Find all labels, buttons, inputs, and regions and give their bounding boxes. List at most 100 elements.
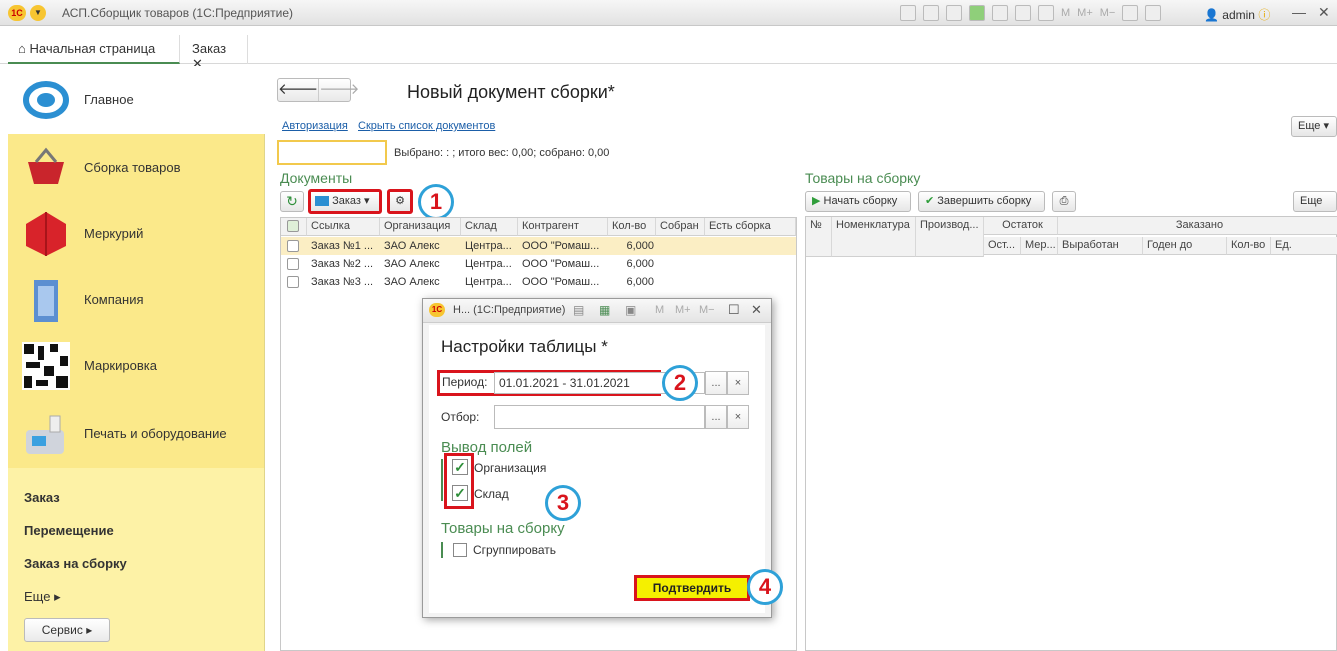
preview-icon[interactable] (946, 5, 962, 21)
barcode-input[interactable] (277, 140, 387, 165)
close-icon[interactable]: ✕ (1318, 4, 1330, 21)
cube-icon (26, 212, 66, 256)
col-header[interactable]: Кол-во (1227, 237, 1271, 255)
col-header[interactable]: Номенклатура (832, 217, 916, 257)
maximize-icon[interactable]: ☐ (728, 302, 740, 318)
print-button[interactable]: ⎙ (1052, 191, 1076, 212)
doc-icon[interactable]: ▤ (573, 303, 584, 317)
select-all-checkbox[interactable] (287, 220, 299, 232)
col-header[interactable]: Контрагент (518, 218, 608, 236)
warehouse-checkbox[interactable]: ✓ (452, 485, 468, 501)
sidebar-item-assembly[interactable]: Сборка товаров (8, 134, 265, 200)
memory-plus-button[interactable]: M+ (1077, 7, 1093, 19)
minimize-icon[interactable]: — (1292, 4, 1306, 20)
filter-select-button[interactable]: ... (705, 405, 727, 429)
memory-minus-button[interactable]: M− (1100, 7, 1116, 19)
table-settings-button[interactable]: ⚙ (387, 189, 413, 214)
col-header[interactable]: Есть сборка (705, 218, 796, 236)
period-clear-button[interactable]: × (727, 371, 749, 395)
panels-icon[interactable] (1145, 5, 1162, 21)
col-header[interactable]: Остаток (984, 217, 1058, 235)
sidebar-item-company[interactable]: Компания (8, 266, 265, 332)
col-header[interactable]: № (806, 217, 832, 257)
main-menu-button[interactable]: ▼ (30, 5, 46, 21)
print-icon[interactable] (923, 5, 939, 21)
table-row[interactable]: Заказ №1 ... ЗАО Алекс Центра... ООО "Ро… (281, 237, 796, 255)
attach-icon[interactable] (992, 5, 1008, 21)
sidebar-item-marking[interactable]: Маркировка (8, 332, 265, 398)
hide-docs-link[interactable]: Скрыть список документов (358, 120, 495, 132)
col-header[interactable]: Производ... (916, 217, 984, 257)
auth-link[interactable]: Авторизация (282, 120, 348, 132)
calendar-icon[interactable]: ▣ (625, 303, 636, 317)
col-header[interactable]: Организация (380, 218, 461, 236)
cell-partner: ООО "Ромаш... (522, 258, 600, 270)
confirm-button[interactable]: Подтвердить (634, 575, 750, 601)
basket-icon (28, 147, 64, 184)
col-header[interactable]: Мер... (1021, 237, 1058, 255)
table-row[interactable]: Заказ №2 ... ЗАО Алекс Центра... ООО "Ро… (281, 255, 796, 273)
col-header[interactable]: Собран (656, 218, 705, 236)
filter-clear-button[interactable]: × (727, 405, 749, 429)
col-header[interactable]: Ссылка (307, 218, 380, 236)
more-button-goods[interactable]: Еще ▾ (1293, 191, 1337, 226)
more-button-top[interactable]: Еще ▾ (1291, 116, 1337, 137)
org-checkbox[interactable]: ✓ (452, 459, 468, 475)
tab-home[interactable]: ⌂ Начальная страница (8, 35, 180, 64)
memory-button[interactable]: M (655, 304, 664, 316)
memory-plus-button[interactable]: M+ (675, 304, 691, 316)
link-icon[interactable] (969, 5, 985, 21)
row-checkbox[interactable] (287, 258, 299, 270)
sidebar-item-label: Маркировка (84, 358, 157, 373)
sidebar-item-print[interactable]: Печать и оборудование (8, 400, 265, 466)
back-button[interactable]: 🡐 (278, 79, 320, 101)
col-header[interactable]: Кол-во (608, 218, 656, 236)
dialog-body: Настройки таблицы * Период: 01.01.2021 -… (429, 325, 765, 613)
finish-assembly-label: Завершить сборку (937, 195, 1032, 207)
tab-order[interactable]: Заказ ✕ (182, 35, 248, 71)
col-header[interactable]: Выработан (1058, 237, 1143, 255)
period-select-button[interactable]: ... (705, 371, 727, 395)
play-icon: ▶ (812, 195, 821, 207)
calculator-icon[interactable] (1015, 5, 1031, 21)
zoom-icon[interactable] (1122, 5, 1139, 21)
toolbar-icons: M M+ M− (900, 4, 1162, 22)
finish-assembly-button[interactable]: ✔ Завершить сборку (918, 191, 1045, 212)
col-header[interactable]: Годен до (1143, 237, 1227, 255)
annotation-4: 4 (747, 569, 783, 605)
user-menu[interactable]: 👤 admin ⓘ (1204, 6, 1270, 23)
start-assembly-label: Начать сборку (823, 195, 898, 207)
memory-minus-button[interactable]: M− (699, 304, 715, 316)
calendar-icon[interactable] (1038, 5, 1054, 21)
group-checkbox-label: Сгруппировать (473, 543, 557, 557)
row-checkbox[interactable] (287, 240, 299, 252)
col-header[interactable]: Ед. (1271, 237, 1337, 255)
more-label: Еще (1300, 195, 1323, 207)
row-checkbox[interactable] (287, 276, 299, 288)
sidebar-link-transfer[interactable]: Перемещение (24, 523, 114, 538)
col-header[interactable]: Заказано (1058, 217, 1337, 235)
group-checkbox[interactable] (453, 543, 467, 557)
header-checkbox[interactable] (281, 218, 307, 236)
memory-button[interactable]: M (1061, 7, 1070, 19)
table-row[interactable]: Заказ №3 ... ЗАО Алекс Центра... ООО "Ро… (281, 273, 796, 291)
service-button[interactable]: Сервис ▸ (24, 618, 110, 642)
sidebar-item-main[interactable]: Главное (8, 66, 265, 134)
sidebar-more[interactable]: Еще ▸ (24, 589, 61, 605)
refresh-button[interactable]: ↻ (280, 191, 304, 212)
annotation-1: 1 (418, 184, 454, 220)
sidebar-link-order[interactable]: Заказ (24, 490, 60, 505)
calculator-icon[interactable]: ▦ (599, 303, 610, 317)
filter-input[interactable] (494, 405, 705, 429)
start-assembly-button[interactable]: ▶ Начать сборку (805, 191, 911, 212)
doc-type-icon (315, 196, 329, 207)
forward-button[interactable]: 🡒 (319, 79, 359, 101)
col-header[interactable]: Ост... (984, 237, 1021, 255)
info-icon[interactable]: ⓘ (1258, 8, 1270, 22)
save-icon[interactable] (900, 5, 916, 21)
col-header[interactable]: Склад (461, 218, 518, 236)
sidebar-item-mercury[interactable]: Меркурий (8, 200, 265, 266)
close-icon[interactable]: ✕ (751, 302, 762, 318)
doc-type-button[interactable]: Заказ ▾ (308, 189, 382, 214)
sidebar-link-assembly-order[interactable]: Заказ на сборку (24, 556, 127, 571)
